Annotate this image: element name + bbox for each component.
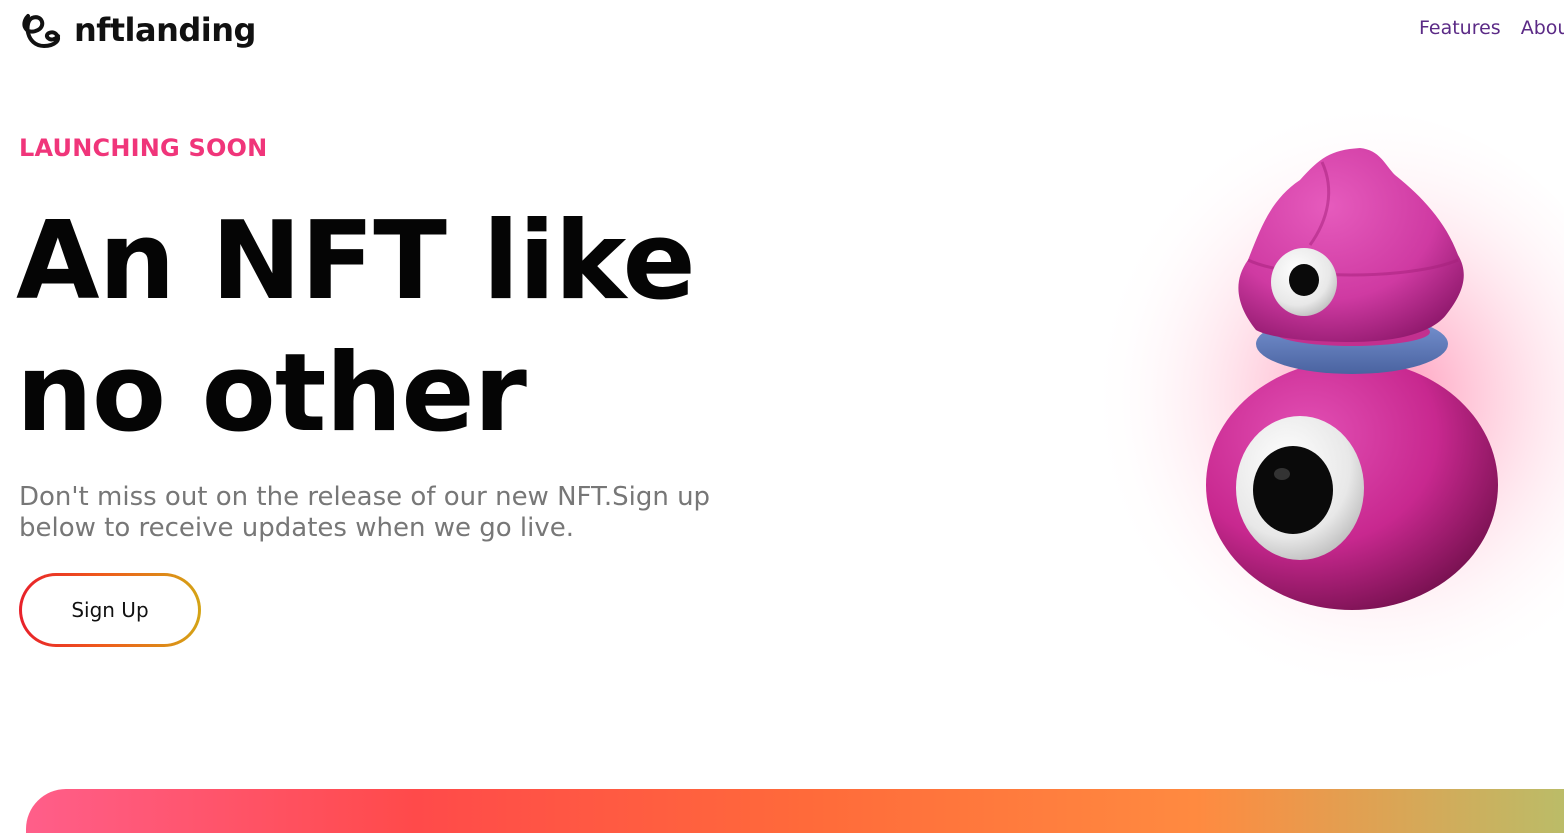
signup-button-label: Sign Up <box>22 576 198 644</box>
nav-link-features[interactable]: Features <box>1419 16 1501 40</box>
hero-subtext: Don't miss out on the release of our new… <box>19 482 711 543</box>
logo-icon <box>22 14 61 48</box>
character-big-eye <box>1236 416 1364 560</box>
launch-eyebrow: LAUNCHING SOON <box>19 134 268 162</box>
bottom-gradient-banner <box>26 789 1564 833</box>
hero-headline: An NFT like no other <box>16 196 776 460</box>
logo-text: nftlanding <box>74 11 256 49</box>
nav-link-about[interactable]: About <box>1521 16 1564 40</box>
nft-character-image <box>1060 110 1564 710</box>
headline-line-1: An NFT like <box>16 199 696 324</box>
landing-page: nftlanding Features About LAUNCHING SOON… <box>0 0 1564 833</box>
character-small-eye <box>1271 248 1337 316</box>
signup-button[interactable]: Sign Up <box>19 573 201 647</box>
headline-line-2: no other <box>16 331 527 456</box>
main-nav: Features About <box>1419 16 1564 40</box>
logo-link[interactable]: nftlanding <box>18 6 256 54</box>
